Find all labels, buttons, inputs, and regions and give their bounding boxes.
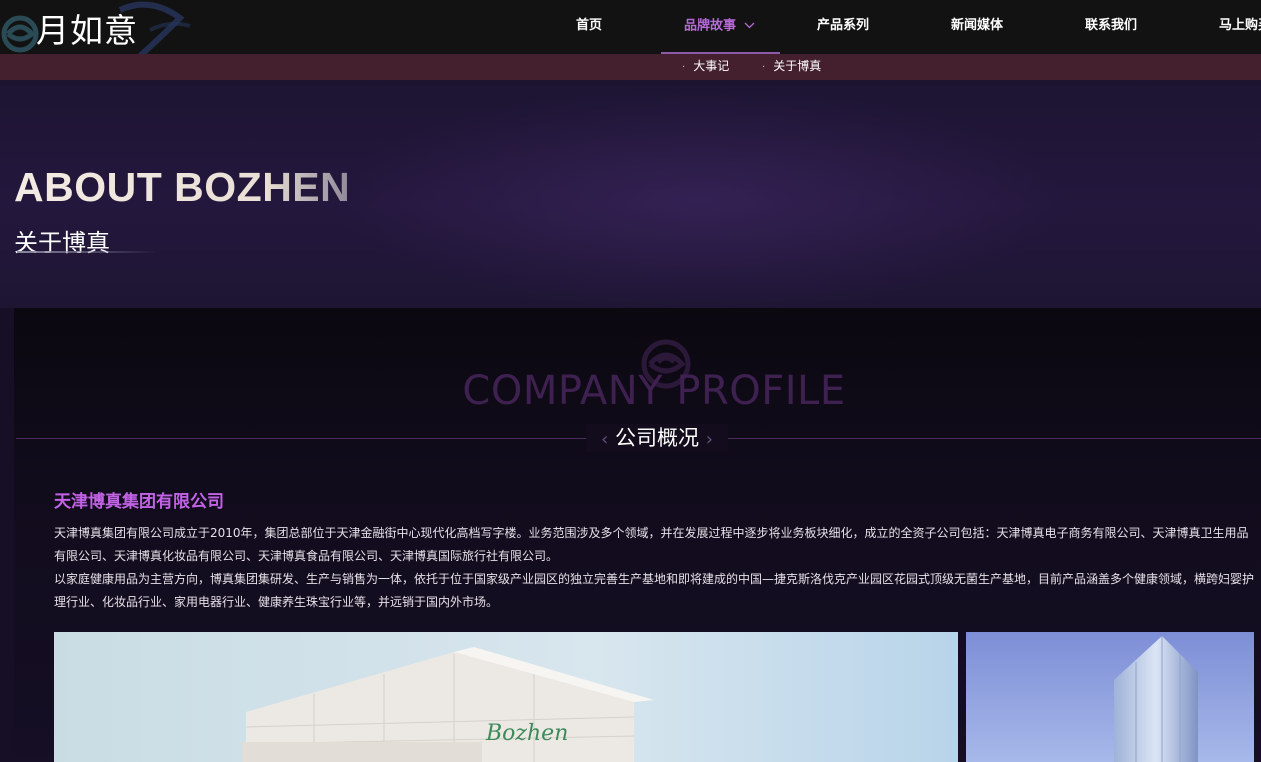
nav-news[interactable]: 新闻媒体 bbox=[951, 0, 1003, 54]
section-title-chinese: 公司概况 bbox=[615, 426, 699, 450]
nav-products[interactable]: 产品系列 bbox=[817, 0, 869, 54]
office-building-graphic bbox=[966, 632, 1254, 762]
hero-banner: ABOUT BOZHEN 关于博真 bbox=[0, 80, 1261, 308]
chevron-down-icon bbox=[744, 0, 755, 52]
company-description-2: 以家庭健康用品为主营方向，博真集团集研发、生产与销售为一体，依托于位于国家级产业… bbox=[54, 572, 1255, 609]
subnav-item-about[interactable]: · 关于博真 bbox=[762, 54, 821, 80]
nav-home[interactable]: 首页 bbox=[576, 0, 602, 54]
company-profile-section: COMPANY PROFILE ‹ 公司概况 › 天津博真集团有限公司 天津博真… bbox=[14, 308, 1261, 762]
subnav-item-milestones[interactable]: · 大事记 bbox=[682, 54, 729, 80]
subnav-item-label: 大事记 bbox=[693, 59, 730, 73]
nav-contact[interactable]: 联系我们 bbox=[1085, 0, 1137, 54]
hero-underline bbox=[17, 251, 157, 253]
company-name: 天津博真集团有限公司 bbox=[54, 492, 224, 512]
nav-brand-story-label: 品牌故事 bbox=[684, 18, 737, 34]
sub-navigation: · 大事记 · 关于博真 bbox=[0, 54, 1261, 80]
angle-left-icon: ‹ bbox=[601, 429, 609, 450]
subnav-item-label: 关于博真 bbox=[773, 59, 822, 73]
section-title-english: COMPANY PROFILE bbox=[462, 368, 846, 414]
top-navigation: 月如意 首页 品牌故事 产品系列 新闻媒体 联系我们 马上购买 bbox=[0, 0, 1261, 54]
nav-buy-now[interactable]: 马上购买 bbox=[1219, 0, 1261, 54]
section-title: ‹ 公司概况 › bbox=[586, 424, 728, 452]
factory-sign-text: Bozhen bbox=[485, 721, 568, 746]
company-description-1: 天津博真集团有限公司成立于2010年，集团总部位于天津金融街中心现代化高档写字楼… bbox=[54, 526, 1249, 563]
office-building-photo bbox=[966, 632, 1254, 762]
hero-title: ABOUT BOZHEN bbox=[14, 164, 351, 210]
factory-photo: Bozhen bbox=[54, 632, 958, 762]
bullet-icon: · bbox=[762, 62, 766, 73]
bullet-icon: · bbox=[682, 62, 686, 73]
angle-right-icon: › bbox=[705, 429, 713, 450]
site-logo[interactable]: 月如意 bbox=[36, 4, 138, 52]
factory-photo-graphic: Bozhen bbox=[54, 632, 958, 762]
nav-brand-story[interactable]: 品牌故事 bbox=[684, 0, 755, 54]
